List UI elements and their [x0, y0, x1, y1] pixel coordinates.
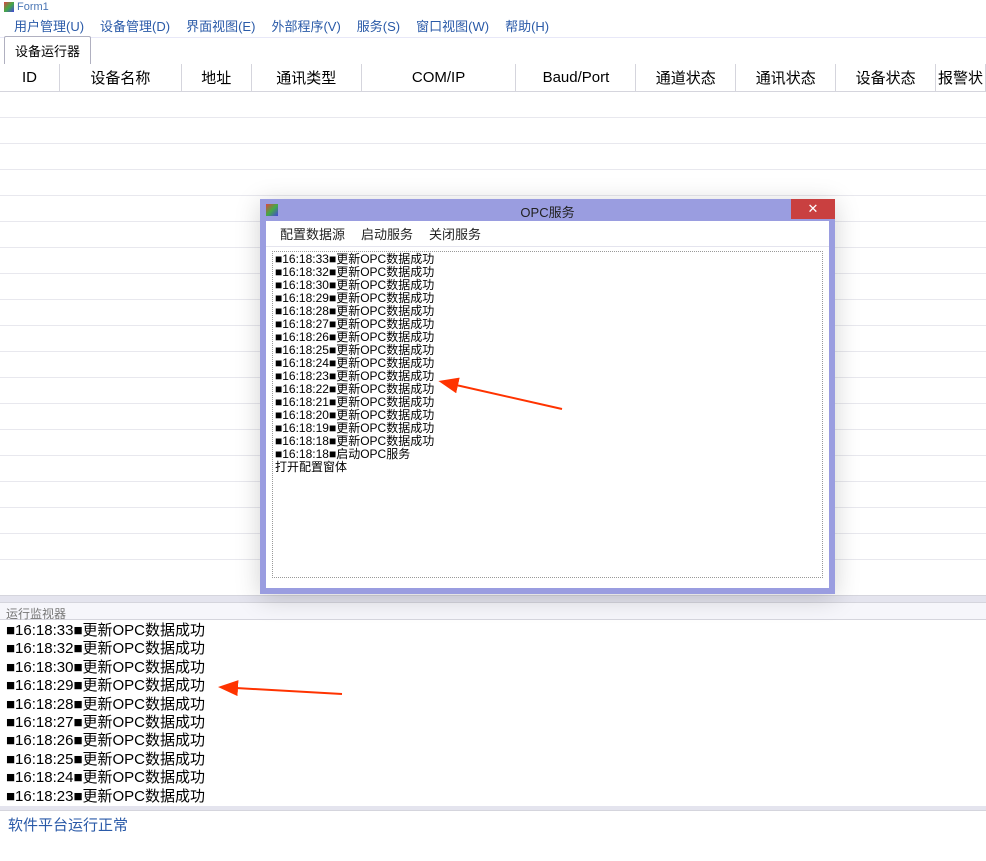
col-com-ip[interactable]: COM/IP [362, 64, 517, 92]
opc-menu-start[interactable]: 启动服务 [353, 222, 421, 245]
menu-external[interactable]: 外部程序(V) [263, 14, 348, 37]
opc-dialog-menubar: 配置数据源 启动服务 关闭服务 [266, 221, 829, 247]
opc-menu-config[interactable]: 配置数据源 [272, 222, 353, 245]
col-dev-stat[interactable]: 设备状态 [836, 64, 936, 92]
col-addr[interactable]: 地址 [182, 64, 252, 92]
opc-close-button[interactable]: ✕ [791, 199, 835, 219]
col-id[interactable]: ID [0, 64, 60, 92]
run-monitor-line: ■16:18:24■更新OPC数据成功 [6, 769, 980, 787]
menu-user-manage[interactable]: 用户管理(U) [6, 14, 92, 37]
run-monitor-line: ■16:18:33■更新OPC数据成功 [6, 622, 980, 640]
opc-dialog-title: OPC服务 [520, 202, 574, 221]
run-monitor-line: ■16:18:30■更新OPC数据成功 [6, 659, 980, 677]
close-icon: ✕ [808, 201, 819, 217]
run-monitor-line: ■16:18:25■更新OPC数据成功 [6, 751, 980, 769]
col-comm-stat[interactable]: 通讯状态 [736, 64, 836, 92]
run-monitor-line: ■16:18:23■更新OPC数据成功 [6, 788, 980, 806]
title-bar: Form1 [0, 0, 986, 14]
menu-service[interactable]: 服务(S) [349, 14, 408, 37]
col-alarm[interactable]: 报警状 [936, 64, 986, 92]
window-title: Form1 [17, 1, 49, 13]
run-monitor-line: ■16:18:29■更新OPC数据成功 [6, 677, 980, 695]
menu-help[interactable]: 帮助(H) [497, 14, 557, 37]
device-grid-header: ID 设备名称 地址 通讯类型 COM/IP Baud/Port 通道状态 通讯… [0, 64, 986, 92]
opc-app-icon [266, 204, 278, 216]
col-chan-stat[interactable]: 通道状态 [636, 64, 736, 92]
col-baud-port[interactable]: Baud/Port [516, 64, 636, 92]
opc-log-line[interactable]: ■16:18:18■启动OPC服务 [275, 448, 820, 461]
run-monitor-body: ■16:18:33■更新OPC数据成功■16:18:32■更新OPC数据成功■1… [0, 620, 986, 806]
col-comm-type[interactable]: 通讯类型 [252, 64, 362, 92]
col-name[interactable]: 设备名称 [60, 64, 182, 92]
app-icon [4, 2, 14, 12]
tab-device-runner[interactable]: 设备运行器 [4, 36, 91, 64]
status-bar: 软件平台运行正常 [0, 810, 986, 838]
run-monitor-line: ■16:18:26■更新OPC数据成功 [6, 732, 980, 750]
run-monitor-line: ■16:18:28■更新OPC数据成功 [6, 696, 980, 714]
opc-log-line[interactable]: 打开配置窗体 [275, 461, 820, 474]
status-text: 软件平台运行正常 [8, 814, 128, 835]
tab-strip: 设备运行器 [0, 38, 986, 64]
menu-window[interactable]: 窗口视图(W) [408, 14, 497, 37]
run-monitor-line: ■16:18:32■更新OPC数据成功 [6, 640, 980, 658]
opc-service-dialog[interactable]: OPC服务 ✕ 配置数据源 启动服务 关闭服务 ■16:18:33■更新OPC数… [260, 199, 835, 594]
menu-bar: 用户管理(U) 设备管理(D) 界面视图(E) 外部程序(V) 服务(S) 窗口… [0, 14, 986, 38]
run-monitor-line: ■16:18:27■更新OPC数据成功 [6, 714, 980, 732]
menu-device-manage[interactable]: 设备管理(D) [92, 14, 178, 37]
opc-dialog-titlebar[interactable]: OPC服务 ✕ [260, 199, 835, 221]
opc-menu-stop[interactable]: 关闭服务 [421, 222, 489, 245]
menu-view[interactable]: 界面视图(E) [178, 14, 263, 37]
run-monitor-header: 运行监视器 [0, 602, 986, 620]
opc-log-list[interactable]: ■16:18:33■更新OPC数据成功■16:18:32■更新OPC数据成功■1… [272, 251, 823, 578]
